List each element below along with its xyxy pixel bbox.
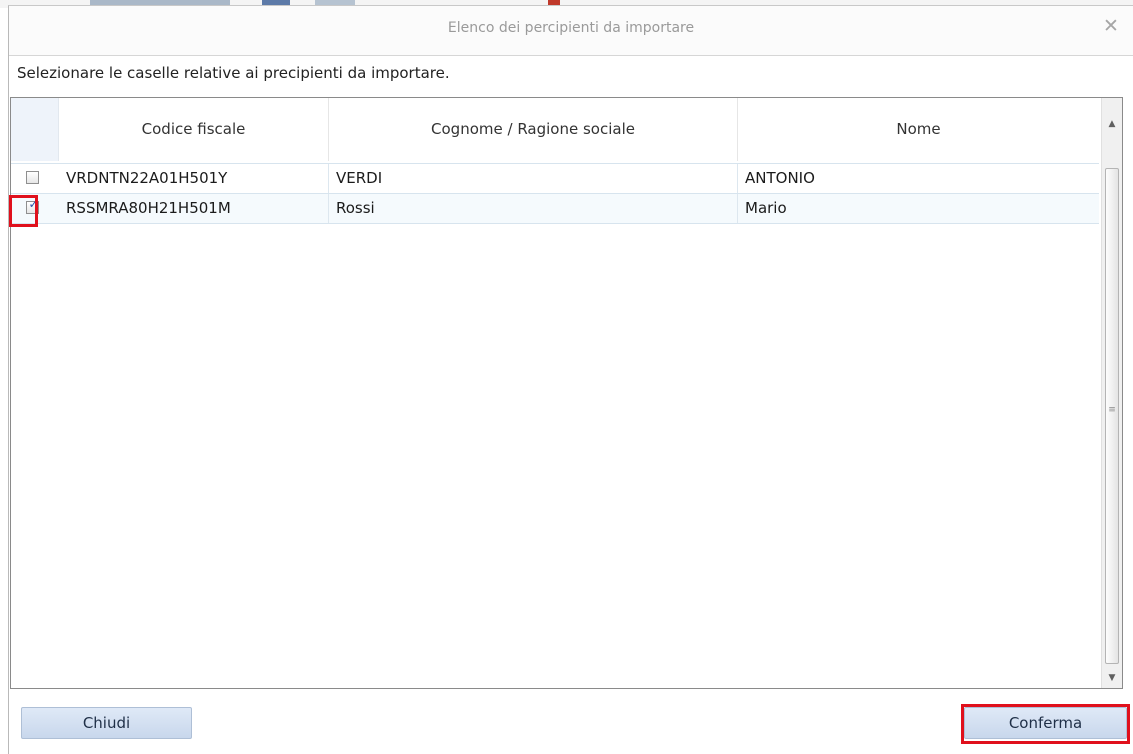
- confirm-highlight-annotation: [961, 704, 1130, 744]
- column-header-cognome[interactable]: Cognome / Ragione sociale: [329, 98, 738, 161]
- row-checkbox-cell: [11, 164, 59, 193]
- column-header-nome[interactable]: Nome: [738, 98, 1099, 161]
- chevron-up-icon[interactable]: ▲: [1102, 116, 1122, 132]
- checkbox-highlight-annotation: [9, 195, 38, 227]
- close-button[interactable]: Chiudi: [21, 707, 192, 739]
- chevron-down-icon[interactable]: ▼: [1102, 670, 1122, 686]
- close-icon[interactable]: ✕: [1101, 15, 1121, 37]
- vertical-scrollbar[interactable]: ▲ ≡ ▼: [1101, 98, 1122, 688]
- cell-codice-fiscale: VRDNTN22A01H501Y: [59, 164, 329, 193]
- dialog-title: Elenco dei percipienti da importare: [447, 20, 695, 36]
- cell-nome: ANTONIO: [745, 169, 815, 187]
- cell-nome: Mario: [745, 199, 787, 217]
- column-header-codice-fiscale[interactable]: Codice fiscale: [59, 98, 329, 161]
- table-row[interactable]: ✓ RSSMRA80H21H501M Rossi Mario: [11, 193, 1099, 224]
- cell-cognome: VERDI: [329, 164, 738, 193]
- grip-icon: ≡: [1108, 405, 1116, 415]
- instructions-text: Selezionare le caselle relative ai preci…: [17, 64, 450, 82]
- percipients-grid: Codice fiscale Cognome / Ragione sociale…: [10, 97, 1123, 689]
- dialog-titlebar: Elenco dei percipienti da importare ✕: [9, 6, 1133, 56]
- cell-codice-fiscale: RSSMRA80H21H501M: [59, 194, 329, 223]
- cell-cognome: Rossi: [329, 194, 738, 223]
- table-row[interactable]: VRDNTN22A01H501Y VERDI ANTONIO: [11, 163, 1099, 193]
- row-checkbox[interactable]: [26, 171, 39, 184]
- header-checkbox-column: [11, 98, 59, 161]
- grid-header: Codice fiscale Cognome / Ragione sociale…: [11, 98, 1099, 161]
- scrollbar-thumb[interactable]: ≡: [1105, 168, 1119, 664]
